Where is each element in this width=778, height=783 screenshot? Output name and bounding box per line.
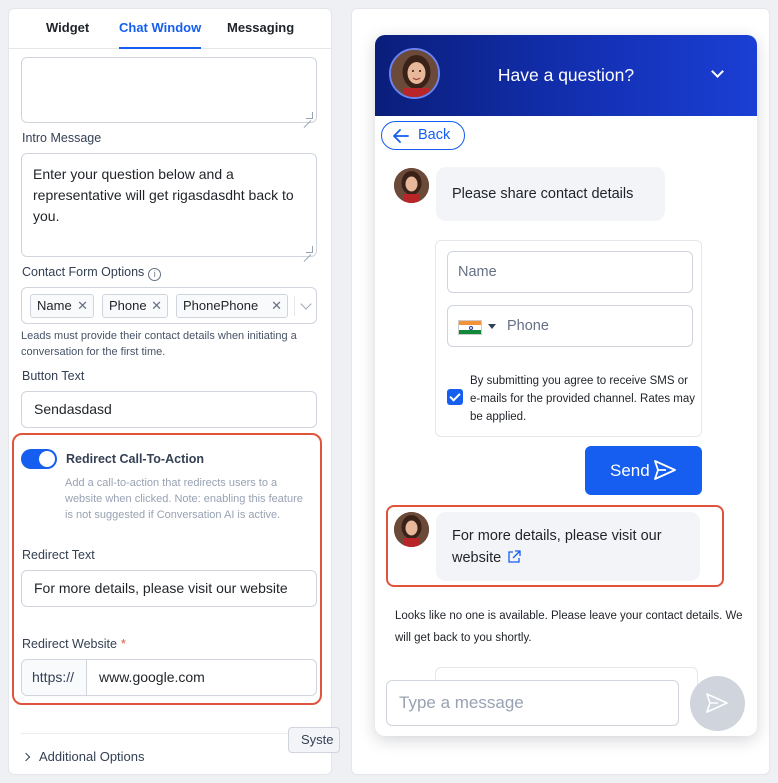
additional-options-toggle[interactable]: Additional Options bbox=[21, 749, 145, 764]
info-icon[interactable]: i bbox=[148, 268, 162, 281]
additional-options-label: Additional Options bbox=[39, 749, 145, 764]
send-icon bbox=[706, 693, 728, 713]
send-message-button[interactable] bbox=[690, 676, 745, 731]
resize-handle[interactable] bbox=[306, 112, 313, 119]
previous-textarea[interactable] bbox=[21, 57, 317, 123]
resize-handle[interactable] bbox=[306, 246, 313, 253]
redirect-toggle[interactable] bbox=[21, 449, 57, 469]
tooltip: Syste bbox=[288, 727, 340, 753]
chevron-down-icon[interactable] bbox=[300, 298, 312, 310]
chip-label: Name bbox=[37, 298, 72, 313]
intro-message-label: Intro Message bbox=[22, 131, 102, 145]
intro-message-textarea[interactable]: Enter your question below and a represen… bbox=[21, 153, 317, 257]
contact-form-helper: Leads must provide their contact details… bbox=[21, 330, 297, 358]
url-value[interactable]: www.google.com bbox=[99, 660, 205, 695]
redirect-link-text: website bbox=[452, 550, 502, 566]
contact-form-card: Name Phone By submitting you agree to re… bbox=[435, 240, 702, 437]
chip-label: PhonePhone bbox=[183, 298, 259, 313]
arrow-left-icon bbox=[393, 129, 409, 143]
chat-header: Have a question? bbox=[375, 35, 757, 116]
toggle-knob bbox=[39, 451, 55, 467]
button-text-label: Button Text bbox=[22, 369, 85, 383]
message-input[interactable]: Type a message bbox=[386, 680, 679, 726]
tab-widget[interactable]: Widget bbox=[46, 20, 89, 35]
redirect-bubble[interactable]: For more details, please visit our websi… bbox=[436, 512, 700, 581]
close-icon[interactable]: ✕ bbox=[77, 295, 88, 317]
redirect-text-label: Redirect Text bbox=[22, 548, 95, 562]
chevron-down-icon[interactable] bbox=[488, 324, 496, 329]
settings-tabs: Widget Chat Window Messaging bbox=[9, 9, 331, 49]
back-label: Back bbox=[418, 127, 451, 143]
redirect-link[interactable]: website bbox=[452, 547, 684, 569]
send-button[interactable]: Send bbox=[585, 446, 702, 495]
redirect-website-label: Redirect Website * bbox=[22, 637, 126, 651]
chip-name: Name ✕ bbox=[30, 294, 94, 318]
settings-panel: Widget Chat Window Messaging Intro Messa… bbox=[8, 8, 332, 775]
send-label: Send bbox=[610, 461, 650, 480]
chat-header-title: Have a question? bbox=[497, 65, 635, 85]
intro-message-value: Enter your question below and a represen… bbox=[33, 166, 294, 224]
chat-widget: Have a question? Back Please share conta… bbox=[375, 35, 757, 736]
close-icon[interactable]: ✕ bbox=[151, 295, 162, 317]
close-icon[interactable]: ✕ bbox=[271, 295, 282, 317]
url-prefix: https:// bbox=[22, 660, 87, 695]
tab-messaging[interactable]: Messaging bbox=[227, 20, 294, 35]
contact-form-multiselect[interactable]: Name ✕ Phone ✕ PhonePhone ✕ bbox=[21, 287, 317, 324]
contact-form-options-label: Contact Form Options i bbox=[22, 265, 162, 281]
external-link-icon bbox=[508, 550, 521, 563]
agent-avatar bbox=[394, 512, 429, 547]
chevron-right-icon bbox=[21, 752, 31, 762]
button-text-input[interactable]: Sendasdasd bbox=[21, 391, 317, 428]
unavailable-notice: Looks like no one is available. Please l… bbox=[395, 610, 743, 644]
avatar-image bbox=[394, 512, 429, 547]
name-input[interactable]: Name bbox=[447, 251, 693, 293]
consent-checkbox[interactable] bbox=[447, 389, 463, 405]
redirect-text-line1: For more details, please visit our bbox=[452, 528, 662, 544]
contact-form-options-text: Contact Form Options bbox=[22, 265, 145, 279]
phone-input[interactable]: Phone bbox=[447, 305, 693, 347]
redirect-website-text: Redirect Website bbox=[22, 637, 117, 651]
india-flag-icon[interactable] bbox=[458, 320, 482, 335]
multiselect-divider bbox=[294, 296, 295, 316]
avatar-image bbox=[394, 168, 429, 203]
redirect-website-input[interactable]: https:// www.google.com bbox=[21, 659, 317, 696]
contact-prompt-bubble: Please share contact details bbox=[436, 167, 665, 221]
divider bbox=[21, 733, 317, 734]
redirect-text-input[interactable]: For more details, please visit our websi… bbox=[21, 570, 317, 607]
chip-phone: Phone ✕ bbox=[102, 294, 168, 318]
required-mark: * bbox=[120, 637, 126, 651]
redirect-toggle-label: Redirect Call-To-Action bbox=[66, 452, 204, 466]
send-icon bbox=[654, 460, 676, 480]
phone-placeholder: Phone bbox=[507, 318, 549, 334]
consent-text: By submitting you agree to receive SMS o… bbox=[470, 375, 695, 423]
agent-avatar bbox=[394, 168, 429, 203]
back-button[interactable]: Back bbox=[381, 121, 465, 150]
tab-chat-window[interactable]: Chat Window bbox=[119, 20, 202, 49]
chip-label: Phone bbox=[109, 298, 147, 313]
chip-phonephone: PhonePhone ✕ bbox=[176, 294, 288, 318]
redirect-helper: Add a call-to-action that redirects user… bbox=[65, 477, 303, 521]
